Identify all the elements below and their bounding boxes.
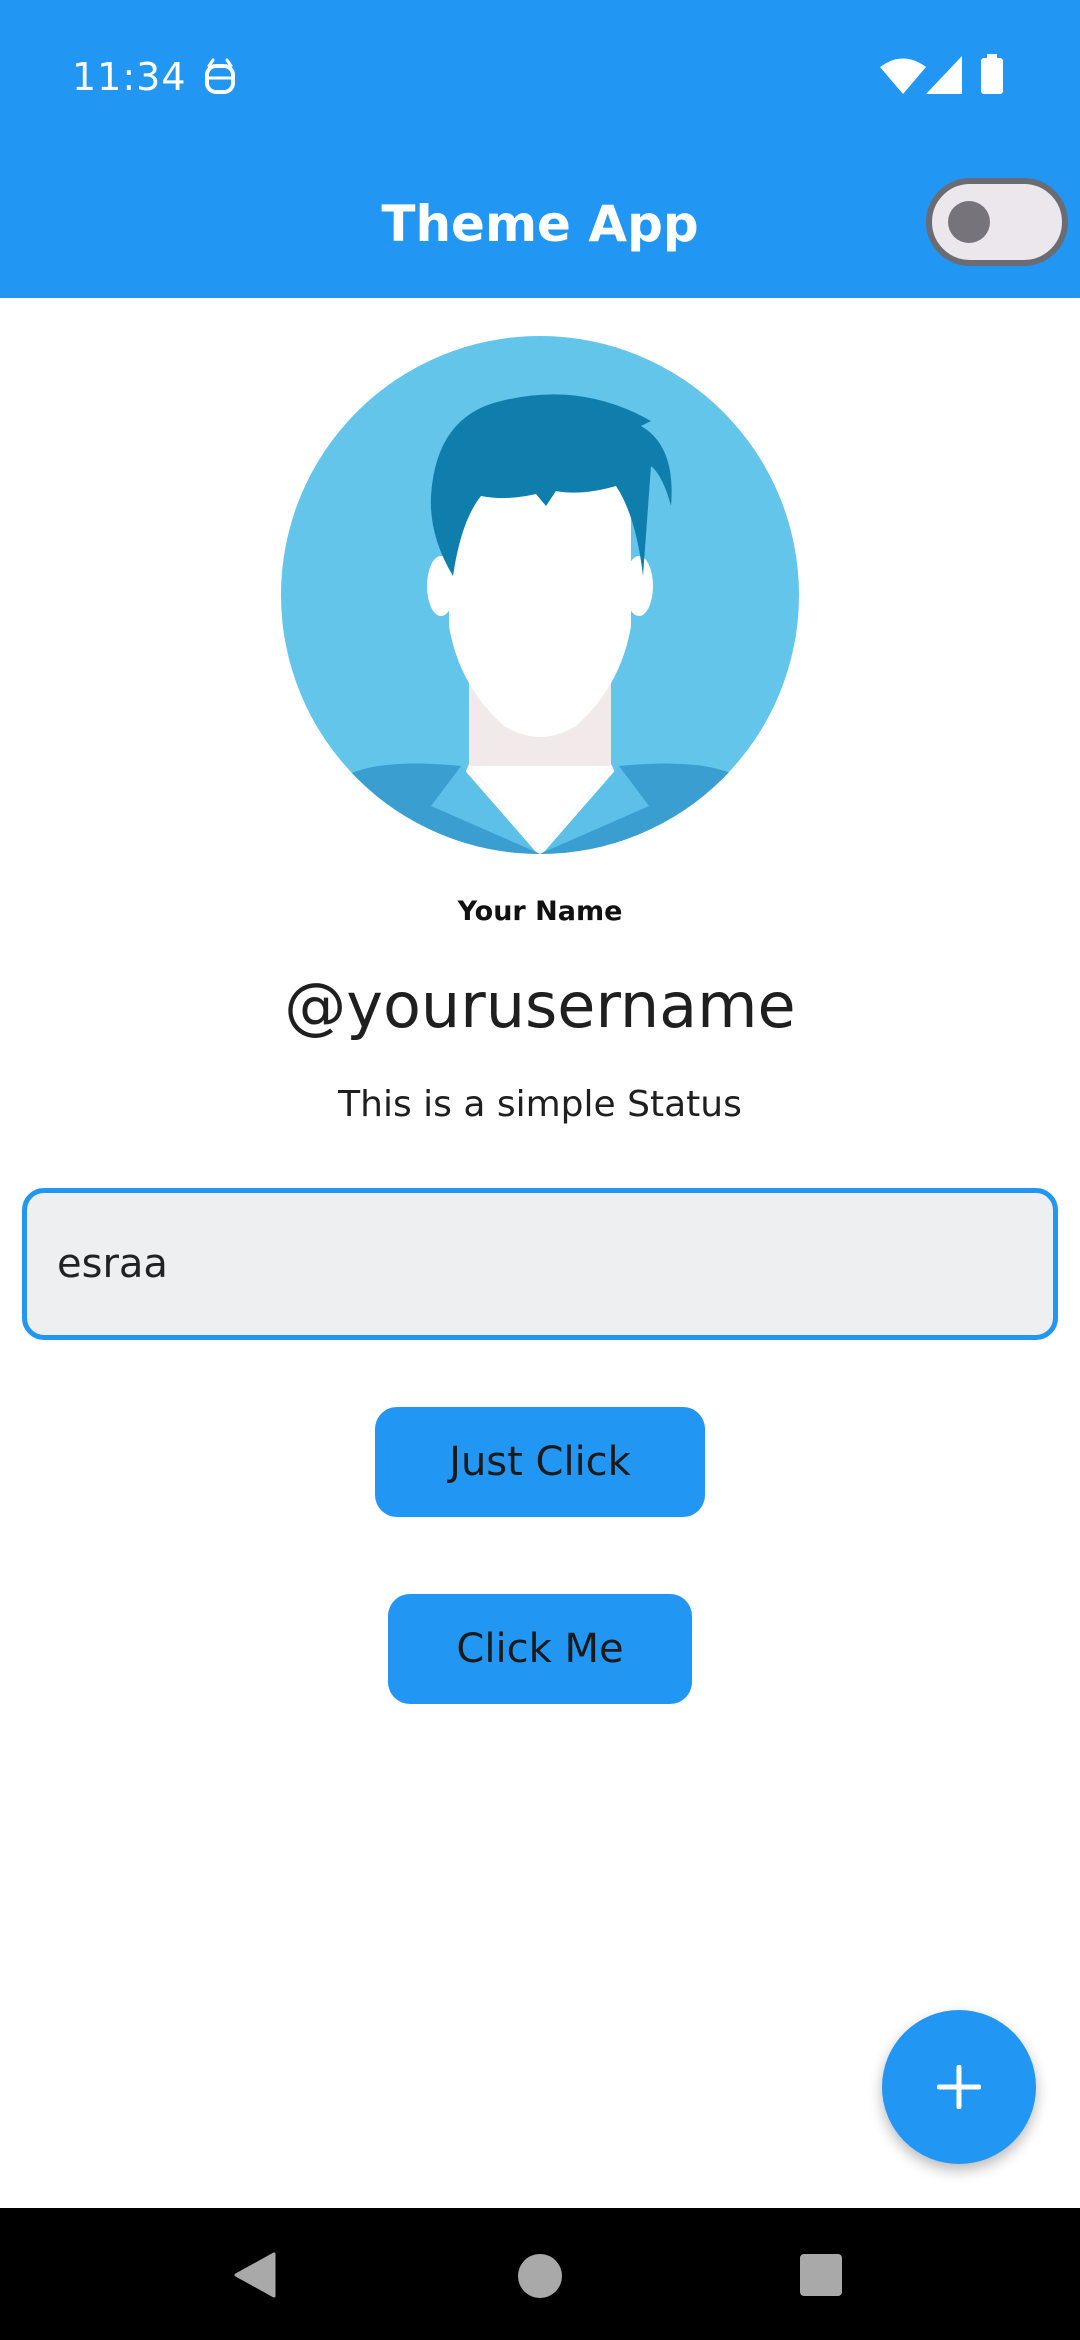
cell-signal-icon xyxy=(926,56,962,94)
click-me-button[interactable]: Click Me xyxy=(388,1594,692,1704)
wifi-icon xyxy=(880,58,926,94)
plus-icon xyxy=(937,2065,981,2109)
add-fab-button[interactable] xyxy=(882,2010,1036,2164)
back-icon[interactable] xyxy=(232,2252,276,2298)
status-text: This is a simple Status xyxy=(338,1084,742,1125)
status-time: 11:34 xyxy=(72,55,187,99)
status-bar: 11:34 xyxy=(0,0,1080,150)
name-label: Your Name xyxy=(457,896,623,927)
text-input-container xyxy=(22,1188,1058,1340)
app-title: Theme App xyxy=(381,195,699,253)
android-debug-icon xyxy=(205,58,235,94)
recents-icon[interactable] xyxy=(800,2254,842,2296)
navigation-bar xyxy=(0,2208,1080,2340)
app-bar: Theme App xyxy=(0,150,1080,298)
theme-toggle-switch[interactable] xyxy=(926,178,1068,266)
toggle-thumb xyxy=(948,201,990,243)
battery-icon xyxy=(981,54,1003,94)
user-avatar-icon xyxy=(281,336,799,854)
home-icon[interactable] xyxy=(518,2254,562,2298)
username-text: @yourusername xyxy=(284,969,796,1042)
just-click-button[interactable]: Just Click xyxy=(375,1407,705,1517)
text-input[interactable] xyxy=(57,1193,1017,1335)
